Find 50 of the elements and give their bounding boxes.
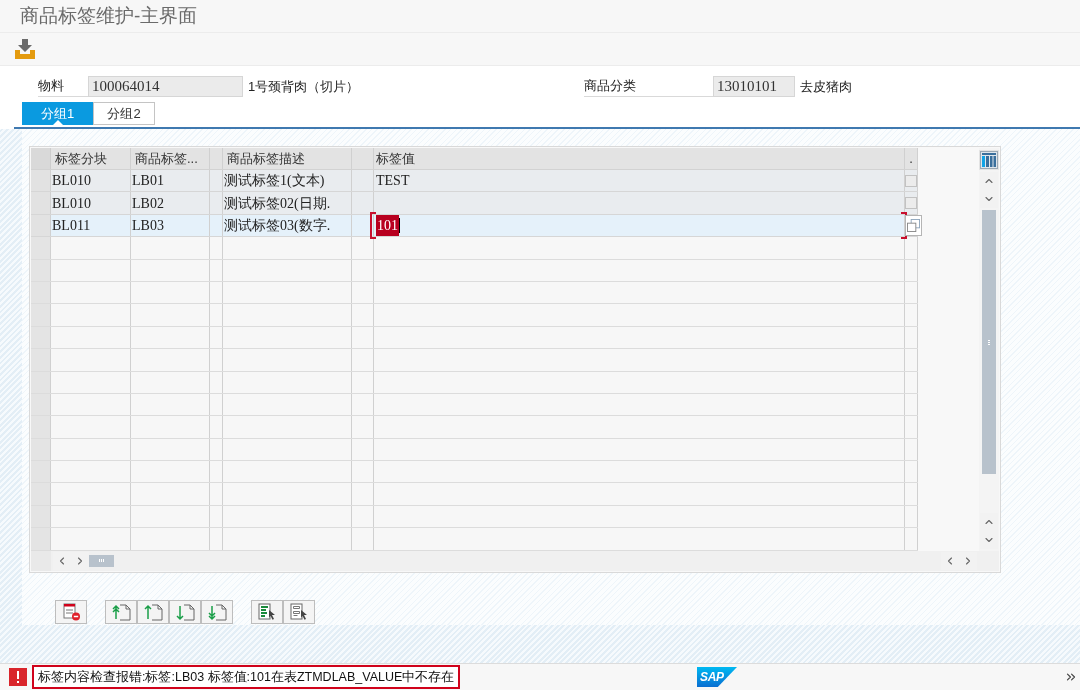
- page-double-up-arrow-icon[interactable]: [111, 602, 131, 621]
- table-columns-icon[interactable]: [979, 150, 999, 170]
- column-header[interactable]: .: [905, 148, 918, 169]
- page-down-arrow-icon[interactable]: [175, 602, 195, 621]
- display-field: 13010101: [713, 76, 795, 97]
- download-tray-icon[interactable]: [14, 38, 36, 60]
- vertical-scrollbar-thumb[interactable]: [982, 210, 996, 474]
- column-header[interactable]: 商品标签描述: [223, 148, 352, 169]
- table-cell: LB01: [131, 170, 210, 192]
- table-cell: BL010: [51, 192, 131, 214]
- window-title: 商品标签维护-主界面: [20, 3, 198, 28]
- table-cell: LB02: [131, 192, 210, 214]
- page-up-arrow-icon[interactable]: [143, 602, 163, 621]
- overlapping-squares-icon[interactable]: [907, 218, 920, 232]
- table-cell: BL011: [51, 214, 131, 237]
- next-page-button[interactable]: [169, 599, 201, 624]
- value-help-button[interactable]: [905, 214, 922, 236]
- table-cell: LB03: [131, 214, 210, 237]
- table-row[interactable]: BL010 LB01 测试标签1(文本) TEST: [31, 170, 918, 193]
- page-double-down-arrow-icon[interactable]: [207, 602, 227, 621]
- field-description: 1号颈背肉（切片）: [248, 77, 360, 96]
- error-icon: [9, 668, 27, 686]
- column-header[interactable]: 商品标签...: [131, 148, 210, 169]
- column-header[interactable]: 标签值: [374, 148, 905, 169]
- list-pointer-icon[interactable]: [289, 602, 309, 621]
- text-cursor-icon: [399, 217, 400, 233]
- horizontal-scrollbar-thumb[interactable]: [89, 554, 114, 567]
- column-header[interactable]: 标签分块: [51, 148, 131, 169]
- tab-pointer-icon: [53, 119, 63, 125]
- previous-page-button[interactable]: [137, 599, 169, 624]
- checkbox[interactable]: [905, 174, 917, 187]
- select-all-button[interactable]: [251, 599, 283, 624]
- tab[interactable]: 分组2: [93, 102, 155, 125]
- list-minus-icon[interactable]: [61, 602, 81, 621]
- table-cell: BL010: [51, 170, 131, 192]
- first-page-button[interactable]: [105, 599, 137, 624]
- deselect-all-button[interactable]: [283, 599, 315, 624]
- table-cell: 测试标签03(数字.: [223, 214, 352, 237]
- checkbox[interactable]: [905, 197, 917, 210]
- double-chevron-right-icon[interactable]: [1064, 670, 1078, 684]
- logo: SAP: [697, 667, 737, 687]
- table-cell: 测试标签1(文本): [223, 170, 352, 192]
- table-cell: 测试标签02(日期.: [223, 192, 352, 214]
- field-description: 去皮猪肉: [800, 77, 852, 96]
- delete-row-button[interactable]: [55, 599, 87, 624]
- last-page-button[interactable]: [201, 599, 233, 624]
- status-message[interactable]: 标签内容检查报错:标签:LB03 标签值:101在表ZTMDLAB_VALUE中不存在: [32, 665, 461, 689]
- list-pointer-icon[interactable]: [257, 602, 277, 621]
- display-field: 100064014: [88, 76, 243, 97]
- table-row[interactable]: BL010 LB02 测试标签02(日期.: [31, 192, 918, 215]
